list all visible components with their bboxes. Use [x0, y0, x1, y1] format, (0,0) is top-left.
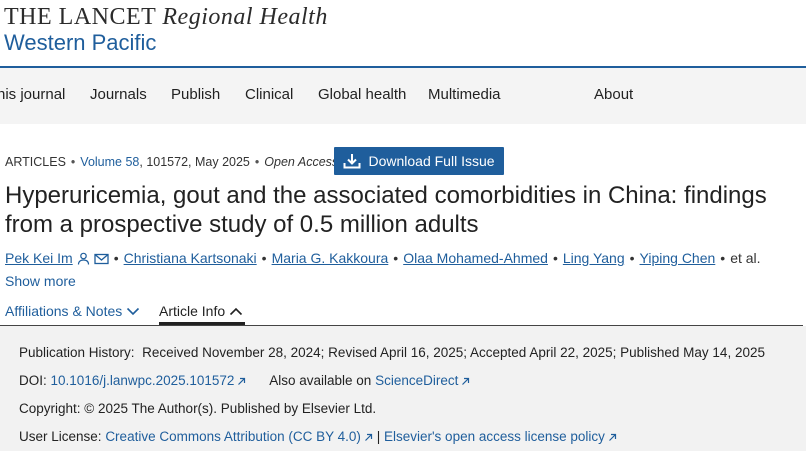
- download-button-label: Download Full Issue: [368, 153, 495, 169]
- author-link[interactable]: Pek Kei Im: [5, 250, 73, 266]
- logo-line1: THE LANCET Regional Health: [4, 4, 328, 30]
- license-label: User License:: [19, 429, 102, 444]
- article-title: Hyperuricemia, gout and the associated c…: [5, 182, 767, 238]
- author-separator: •: [113, 250, 119, 266]
- logo-subtitle: Western Pacific: [4, 30, 157, 55]
- author-link[interactable]: Maria G. Kakkoura: [272, 250, 389, 266]
- author-separator: •: [720, 250, 726, 266]
- logo-italic-text: Regional Health: [162, 4, 328, 30]
- et-al-label: et al.: [730, 250, 761, 266]
- external-link-icon: [237, 374, 246, 389]
- author-link[interactable]: Ling Yang: [563, 250, 625, 266]
- license-separator: |: [376, 429, 381, 444]
- doi-row: DOI: 10.1016/j.lanwpc.2025.101572 Also a…: [19, 373, 470, 389]
- chevron-down-icon: [126, 303, 140, 319]
- chevron-up-icon: [229, 303, 243, 319]
- article-tabs: Affiliations & Notes Article Info: [0, 300, 806, 326]
- download-icon: [343, 153, 361, 169]
- author-separator: •: [393, 250, 399, 266]
- nav-item-this-journal[interactable]: his journal: [0, 86, 65, 103]
- tab-affiliations-label: Affiliations & Notes: [5, 303, 123, 319]
- author-separator: •: [629, 250, 635, 266]
- nav-item-about[interactable]: About: [594, 86, 633, 103]
- nav-item-multimedia[interactable]: Multimedia: [428, 86, 501, 103]
- meta-bullet: •: [254, 155, 260, 169]
- license-policy-link[interactable]: Elsevier's open access license policy: [384, 429, 605, 444]
- nav-item-clinical[interactable]: Clinical: [245, 86, 293, 103]
- person-icon[interactable]: [77, 252, 90, 268]
- history-value: Received November 28, 2024; Revised Apri…: [142, 345, 765, 360]
- main-nav: his journal Journals Publish Clinical Gl…: [0, 68, 806, 124]
- nav-item-publish[interactable]: Publish: [171, 86, 220, 103]
- volume-link[interactable]: Volume 58: [80, 155, 139, 169]
- tab-article-info[interactable]: Article Info: [159, 303, 243, 319]
- author-separator: •: [261, 250, 267, 266]
- journal-logo[interactable]: THE LANCET Regional Health Western Pacif…: [4, 4, 328, 56]
- nav-item-global-health[interactable]: Global health: [318, 86, 406, 103]
- article-number-date: , 101572, May 2025: [139, 155, 250, 169]
- download-full-issue-button[interactable]: Download Full Issue: [334, 147, 504, 175]
- nav-item-journals[interactable]: Journals: [90, 86, 147, 103]
- author-list: Pek Kei Im • Christiana Kartsonaki • Maria G…: [5, 250, 761, 268]
- tab-article-info-label: Article Info: [159, 303, 226, 319]
- copyright-row: Copyright: © 2025 The Author(s). Publish…: [19, 401, 377, 416]
- meta-bullet: •: [70, 155, 76, 169]
- external-link-icon: [364, 430, 373, 445]
- author-link[interactable]: Olaa Mohamed-Ahmed: [403, 250, 548, 266]
- email-icon[interactable]: [94, 252, 109, 268]
- also-available-label: Also available on: [269, 373, 372, 388]
- article-type: ARTICLES: [5, 155, 66, 169]
- doi-link[interactable]: 10.1016/j.lanwpc.2025.101572: [51, 373, 235, 388]
- article-meta: ARTICLES • Volume 58, 101572, May 2025 • Ope…: [5, 155, 338, 169]
- doi-label: DOI:: [19, 373, 47, 388]
- sciencedirect-link[interactable]: ScienceDirect: [375, 373, 458, 388]
- user-license-row: User License: Creative Commons Attributi…: [19, 429, 617, 445]
- external-link-icon: [608, 430, 617, 445]
- history-label: Publication History:: [19, 345, 135, 360]
- tab-affiliations-notes[interactable]: Affiliations & Notes: [5, 303, 140, 319]
- open-access-label: Open Access: [264, 155, 339, 169]
- author-separator: •: [552, 250, 558, 266]
- show-more-authors-link[interactable]: Show more: [5, 273, 76, 289]
- author-link[interactable]: Christiana Kartsonaki: [124, 250, 257, 266]
- logo-main-text: THE LANCET: [4, 4, 156, 30]
- article-info-panel: Publication History: Received November 2…: [0, 326, 806, 451]
- cc-by-license-link[interactable]: Creative Commons Attribution (CC BY 4.0): [105, 429, 361, 444]
- external-link-icon: [461, 374, 470, 389]
- publication-history-row: Publication History: Received November 2…: [19, 345, 765, 360]
- author-link[interactable]: Yiping Chen: [640, 250, 716, 266]
